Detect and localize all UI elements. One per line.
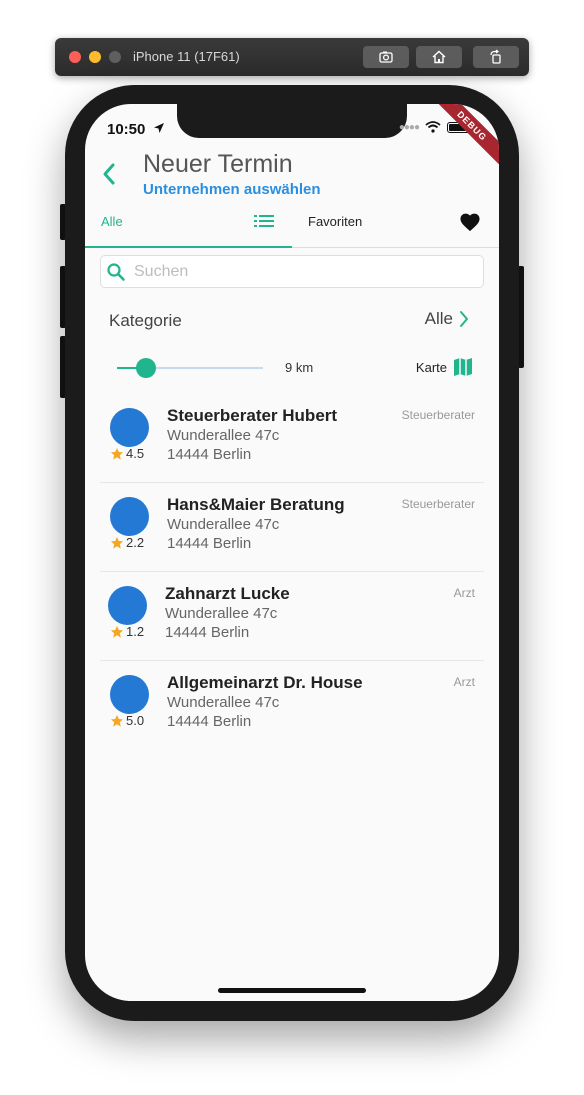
company-street: Wunderallee 47c [167,516,280,533]
company-street: Wunderallee 47c [167,694,280,711]
home-icon [432,50,446,64]
distance-value: 9 km [285,360,314,375]
search-box [100,255,484,288]
rating-value: 1.2 [126,624,145,639]
close-window-button[interactable] [69,51,81,63]
rating: 4.5 [110,446,144,461]
company-avatar [108,586,147,625]
phone-screen: 10:50 ●●●● DEBUG Neuer Termin Unternehme… [85,104,499,1001]
slider-thumb[interactable] [136,358,157,378]
camera-icon [379,51,393,63]
home-indicator[interactable] [218,988,366,993]
star-icon [111,447,123,460]
distance-slider[interactable] [117,357,263,379]
company-name: Zahnarzt Lucke [165,584,290,603]
map-button-label: Karte [415,359,447,375]
tab-favoriten-label: Favoriten [308,214,363,229]
company-street: Wunderallee 47c [167,427,280,444]
page-title: Neuer Termin [143,150,293,178]
rating-value: 2.2 [126,535,145,550]
company-list-item[interactable]: 5.0 Allgemeinarzt Dr. House Wunderallee … [100,661,484,750]
simulator-toolbar: iPhone 11 (17F61) [55,38,529,76]
minimize-window-button[interactable] [89,51,101,63]
map-icon [454,358,472,376]
rating-value: 5.0 [126,713,145,728]
category-selector[interactable]: Alle [425,309,469,329]
wifi-icon [425,121,441,133]
tab-favoriten[interactable]: Favoriten [292,204,499,248]
zoom-window-button[interactable] [109,51,121,63]
company-list: 4.5 Steuerberater Hubert Wunderallee 47c… [100,394,484,750]
page-subtitle: Unternehmen auswählen [143,181,321,198]
simulator-title: iPhone 11 (17F61) [133,49,240,64]
company-name: Allgemeinarzt Dr. House [167,673,363,692]
back-chevron-icon[interactable] [101,162,117,186]
company-avatar [110,408,149,447]
company-avatar [110,675,149,714]
category-value: Alle [424,309,453,328]
tab-alle[interactable]: Alle [85,204,292,248]
notch [177,104,407,138]
company-category: Steuerberater [401,497,475,511]
category-label: Kategorie [109,311,182,330]
home-button[interactable] [416,46,462,68]
heart-icon [460,213,480,232]
company-list-item[interactable]: 2.2 Hans&Maier Beratung Wunderallee 47c … [100,483,484,572]
status-time: 10:50 [107,121,146,138]
company-street: Wunderallee 47c [165,605,278,622]
list-icon [254,215,274,227]
company-name: Hans&Maier Beratung [167,495,345,514]
company-category: Arzt [453,586,475,600]
company-category: Arzt [453,675,475,689]
search-icon [107,262,125,281]
rotate-icon [490,49,501,64]
tab-bar: Alle Favoriten [85,204,499,248]
company-list-item[interactable]: 1.2 Zahnarzt Lucke Wunderallee 47c 14444… [100,572,484,661]
rating: 1.2 [110,624,144,639]
star-icon [111,714,123,727]
company-city: 14444 Berlin [167,535,252,552]
chevron-right-icon [460,311,468,327]
company-avatar [110,497,149,536]
location-arrow-icon [154,123,164,133]
search-input[interactable] [134,262,464,281]
company-list-item[interactable]: 4.5 Steuerberater Hubert Wunderallee 47c… [100,394,484,483]
rotate-button[interactable] [473,46,519,68]
signal-icon: ●●●● [398,121,420,133]
star-icon [111,536,123,549]
company-name: Steuerberater Hubert [167,406,338,425]
company-city: 14444 Berlin [167,713,252,730]
tab-alle-label: Alle [101,214,123,229]
map-button[interactable]: Karte [416,357,473,377]
star-icon [111,625,123,638]
company-city: 14444 Berlin [167,446,252,463]
rating: 2.2 [110,535,144,550]
screenshot-button[interactable] [363,46,409,68]
company-city: 14444 Berlin [165,624,250,641]
company-category: Steuerberater [401,408,475,422]
rating: 5.0 [110,713,144,728]
rating-value: 4.5 [126,446,145,461]
